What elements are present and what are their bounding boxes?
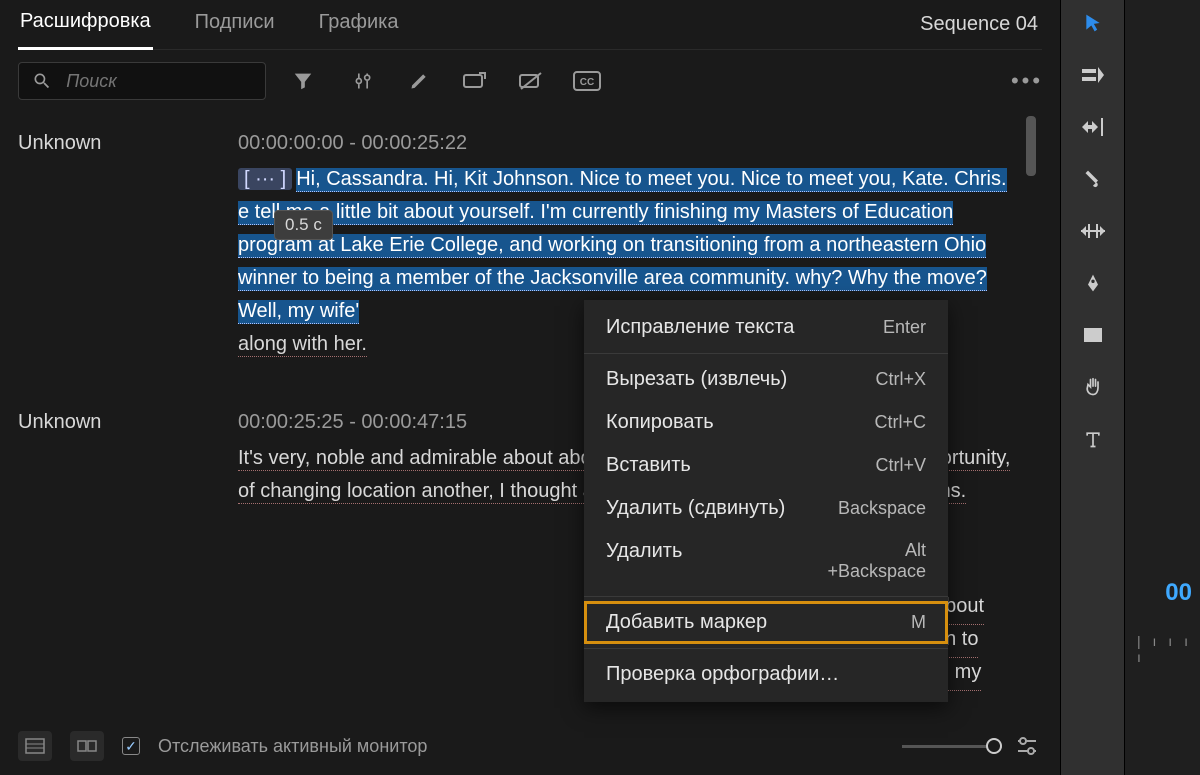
tab-graphics[interactable]: Графика [317, 1, 401, 48]
razor-tool-icon[interactable] [1080, 166, 1106, 192]
tab-captions[interactable]: Подписи [193, 1, 277, 48]
timeline-gutter: 00 | ı ı ı ı [1124, 0, 1200, 775]
hand-tool-icon[interactable] [1080, 374, 1106, 400]
search-input[interactable] [64, 70, 255, 93]
ripple-tool-icon[interactable] [1080, 114, 1106, 140]
tab-bar: Расшифровка Подписи Графика Sequence 04 [18, 0, 1042, 50]
menu-separator [584, 596, 948, 597]
menu-delete[interactable]: УдалитьAlt +Backspace [584, 530, 948, 592]
menu-cut[interactable]: Вырезать (извлечь)Ctrl+X [584, 358, 948, 401]
caption-strike-icon[interactable] [516, 66, 546, 96]
slip-tool-icon[interactable] [1080, 218, 1106, 244]
menu-add-marker[interactable]: Добавить маркерM [584, 601, 948, 644]
view-mode-a-icon[interactable] [18, 731, 52, 761]
sequence-label: Sequence 04 [920, 13, 1042, 36]
transcript-panel: Расшифровка Подписи Графика Sequence 04 [0, 0, 1060, 775]
speaker-label[interactable]: Unknown [18, 411, 198, 508]
more-icon[interactable]: ••• [1012, 66, 1042, 96]
scrollbar-thumb[interactable] [1026, 116, 1036, 176]
ruler-ticks: | ı ı ı ı [1137, 633, 1200, 665]
ellipsis-marker[interactable]: [ ··· ] [238, 168, 292, 190]
view-mode-b-icon[interactable] [70, 731, 104, 761]
timecode-fragment: 00 [1165, 579, 1192, 607]
tab-transcript[interactable]: Расшифровка [18, 0, 153, 50]
type-tool-icon[interactable] [1080, 426, 1106, 452]
svg-text:CC: CC [580, 77, 594, 88]
search-icon [29, 66, 54, 96]
follow-monitor-checkbox[interactable]: ✓ [122, 737, 140, 755]
rectangle-tool-icon[interactable] [1080, 322, 1106, 348]
tools-rail [1060, 0, 1124, 775]
toolbar: CC ••• [18, 50, 1042, 112]
context-menu: Исправление текстаEnter Вырезать (извлеч… [584, 300, 948, 702]
menu-spellcheck[interactable]: Проверка орфографии… [584, 653, 948, 696]
menu-fix-text[interactable]: Исправление текстаEnter [584, 306, 948, 349]
pen-tool-icon[interactable] [1080, 270, 1106, 296]
speaker-label[interactable]: Unknown [18, 132, 198, 361]
menu-paste[interactable]: ВставитьCtrl+V [584, 444, 948, 487]
menu-separator [584, 648, 948, 649]
menu-separator [584, 353, 948, 354]
menu-copy[interactable]: КопироватьCtrl+C [584, 401, 948, 444]
footer-bar: ✓ Отслеживать активный монитор [18, 731, 1042, 761]
pencil-icon[interactable] [404, 66, 434, 96]
menu-delete-ripple[interactable]: Удалить (сдвинуть)Backspace [584, 487, 948, 530]
zoom-slider[interactable] [902, 731, 1042, 761]
caption-create-icon[interactable] [460, 66, 490, 96]
track-select-tool-icon[interactable] [1080, 62, 1106, 88]
sliders-icon[interactable] [348, 66, 378, 96]
settings-icon[interactable] [1012, 731, 1042, 761]
search-box[interactable] [18, 62, 266, 100]
selection-tool-icon[interactable] [1080, 10, 1106, 36]
pause-badge: 0.5 с [274, 210, 333, 240]
timecode: 00:00:00:00 - 00:00:25:22 [238, 132, 1012, 155]
cc-icon[interactable]: CC [572, 66, 602, 96]
follow-monitor-label: Отслеживать активный монитор [158, 736, 427, 757]
filter-icon[interactable] [288, 66, 318, 96]
